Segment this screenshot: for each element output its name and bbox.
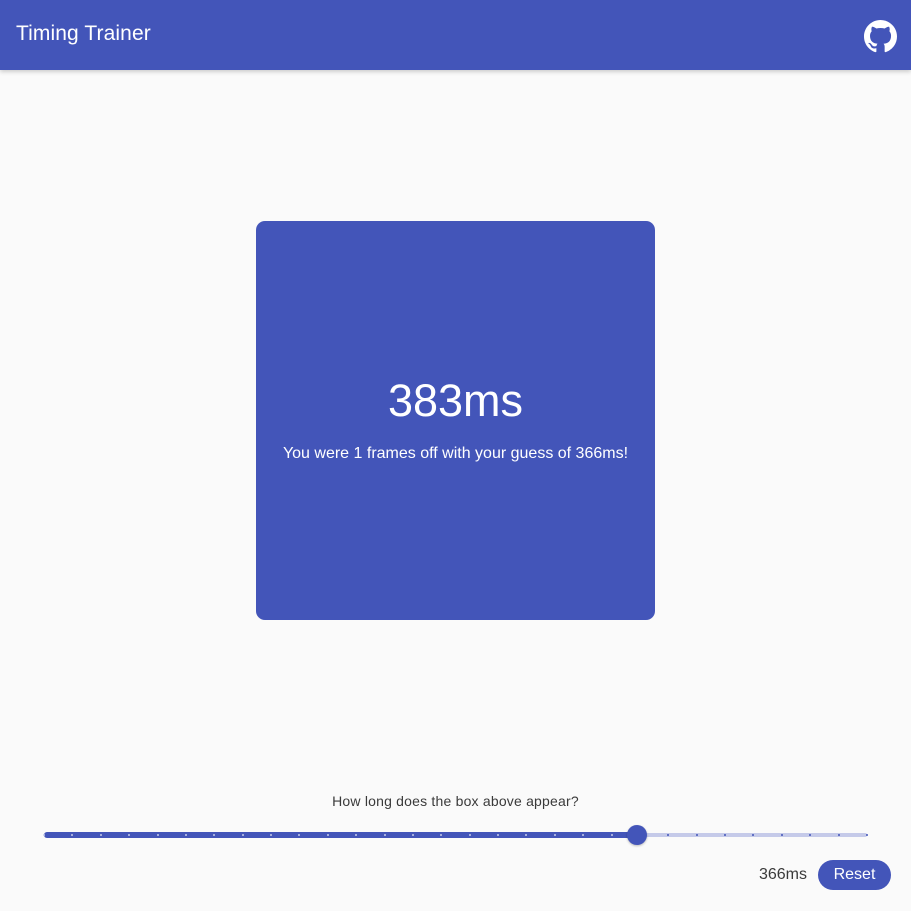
slider-tick [440, 834, 442, 836]
slider-tick [838, 834, 840, 836]
elapsed-time: 383ms [387, 375, 524, 426]
slider-tick [185, 834, 187, 836]
slider-tick [866, 834, 868, 836]
result-message: You were 1 frames off with your guess of… [282, 445, 629, 462]
slider-tick [298, 834, 300, 836]
slider-tick [667, 834, 669, 836]
slider-tick [71, 834, 73, 836]
github-link[interactable] [864, 20, 897, 53]
slider-tick [611, 834, 613, 836]
slider-tick [128, 834, 130, 836]
slider-tick [724, 834, 726, 836]
slider-tick [355, 834, 357, 836]
app-bar: Timing Trainer [0, 0, 911, 70]
slider-tick [696, 834, 698, 836]
github-icon [864, 20, 897, 53]
slider-tick [384, 834, 386, 836]
slider-track-active [44, 832, 637, 838]
slider-tick [100, 834, 102, 836]
app-title: Timing Trainer [16, 22, 151, 45]
slider-tick [327, 834, 329, 836]
slider-tick [213, 834, 215, 836]
slider-tick [809, 834, 811, 836]
slider-tick [554, 834, 556, 836]
slider-tick [242, 834, 244, 836]
slider-tick [781, 834, 783, 836]
duration-slider[interactable] [43, 822, 868, 848]
guess-question: How long does the box above appear? [332, 793, 579, 809]
slider-tick [270, 834, 272, 836]
slider-thumb[interactable] [627, 825, 647, 845]
slider-tick [412, 834, 414, 836]
slider-tick [525, 834, 527, 836]
slider-tick [469, 834, 471, 836]
slider-tick [43, 834, 45, 836]
slider-tick [752, 834, 754, 836]
timing-box[interactable]: 383ms You were 1 frames off with your gu… [256, 221, 655, 620]
slider-tick [157, 834, 159, 836]
slider-tick [497, 834, 499, 836]
guess-value: 366ms [758, 866, 807, 883]
slider-tick [582, 834, 584, 836]
reset-button[interactable]: Reset [818, 860, 891, 890]
